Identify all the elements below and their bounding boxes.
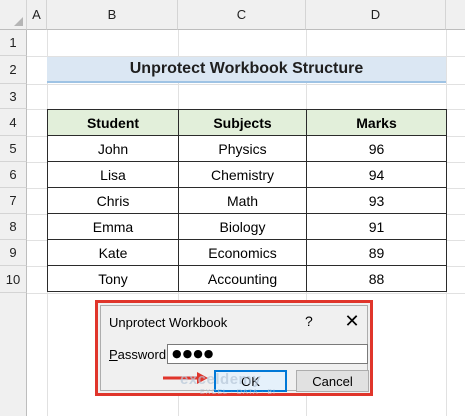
table-header-row: Student Subjects Marks: [47, 109, 447, 136]
dialog-title: Unprotect Workbook: [109, 315, 228, 330]
column-header-c[interactable]: C: [178, 0, 306, 30]
row-header-4[interactable]: 4: [0, 109, 27, 136]
password-label-accelerator: P: [109, 347, 118, 362]
ok-button[interactable]: OK: [214, 370, 287, 392]
column-header-d[interactable]: D: [306, 0, 446, 30]
cell-student[interactable]: Kate: [47, 239, 179, 266]
dialog-highlight-box: Unprotect Workbook ? ✕ Password: ●●●● OK…: [95, 300, 373, 396]
corner-triangle-icon: [14, 17, 23, 26]
red-arrow-icon: [163, 372, 208, 384]
student-marks-table: Student Subjects Marks John Physics 96 L…: [47, 109, 447, 292]
row-header-10[interactable]: 10: [0, 266, 27, 293]
cell-marks[interactable]: 94: [306, 161, 447, 188]
table-row: John Physics 96: [47, 135, 447, 162]
table-row: Emma Biology 91: [47, 213, 447, 240]
cell-subject[interactable]: Math: [178, 187, 307, 214]
row-header-1[interactable]: 1: [0, 30, 27, 56]
unprotect-workbook-dialog: Unprotect Workbook ? ✕ Password: ●●●● OK…: [100, 305, 369, 392]
cell-marks[interactable]: 96: [306, 135, 447, 162]
cell-student[interactable]: John: [47, 135, 179, 162]
row-header-6[interactable]: 6: [0, 162, 27, 188]
row-header-7[interactable]: 7: [0, 188, 27, 214]
sheet-title: Unprotect Workbook Structure: [47, 57, 446, 83]
close-icon[interactable]: ✕: [341, 310, 363, 332]
cell-subject[interactable]: Physics: [178, 135, 307, 162]
header-subjects[interactable]: Subjects: [178, 109, 307, 136]
cell-marks[interactable]: 88: [306, 265, 447, 292]
password-input[interactable]: ●●●●: [167, 344, 368, 364]
table-row: Lisa Chemistry 94: [47, 161, 447, 188]
column-header-a[interactable]: A: [27, 0, 47, 30]
spreadsheet: A B C D 1 2 3 4 5 6 7 8 9 10 Unprotect W…: [0, 0, 465, 416]
cell-subject[interactable]: Chemistry: [178, 161, 307, 188]
cell-student[interactable]: Tony: [47, 265, 179, 292]
row-header-2[interactable]: 2: [0, 56, 27, 84]
cell-marks[interactable]: 91: [306, 213, 447, 240]
cancel-button[interactable]: Cancel: [296, 370, 369, 392]
header-marks[interactable]: Marks: [306, 109, 447, 136]
cell-marks[interactable]: 89: [306, 239, 447, 266]
row-header-3[interactable]: 3: [0, 84, 27, 109]
cell-student[interactable]: Emma: [47, 213, 179, 240]
password-label: Password:: [109, 347, 170, 362]
row-header-9[interactable]: 9: [0, 240, 27, 266]
cell-subject[interactable]: Biology: [178, 213, 307, 240]
table-row: Tony Accounting 88: [47, 265, 447, 292]
select-all-corner[interactable]: [0, 0, 27, 30]
cell-student[interactable]: Lisa: [47, 161, 179, 188]
table-row: Kate Economics 89: [47, 239, 447, 266]
row-header-5[interactable]: 5: [0, 136, 27, 162]
cell-subject[interactable]: Accounting: [178, 265, 307, 292]
cell-subject[interactable]: Economics: [178, 239, 307, 266]
column-header-e[interactable]: [446, 0, 465, 30]
header-student[interactable]: Student: [47, 109, 179, 136]
cell-marks[interactable]: 93: [306, 187, 447, 214]
password-label-text: assword:: [117, 347, 170, 362]
column-header-b[interactable]: B: [47, 0, 178, 30]
row-header-blank: [0, 293, 27, 416]
table-row: Chris Math 93: [47, 187, 447, 214]
row-header-8[interactable]: 8: [0, 214, 27, 240]
cell-student[interactable]: Chris: [47, 187, 179, 214]
help-icon[interactable]: ?: [305, 313, 313, 329]
